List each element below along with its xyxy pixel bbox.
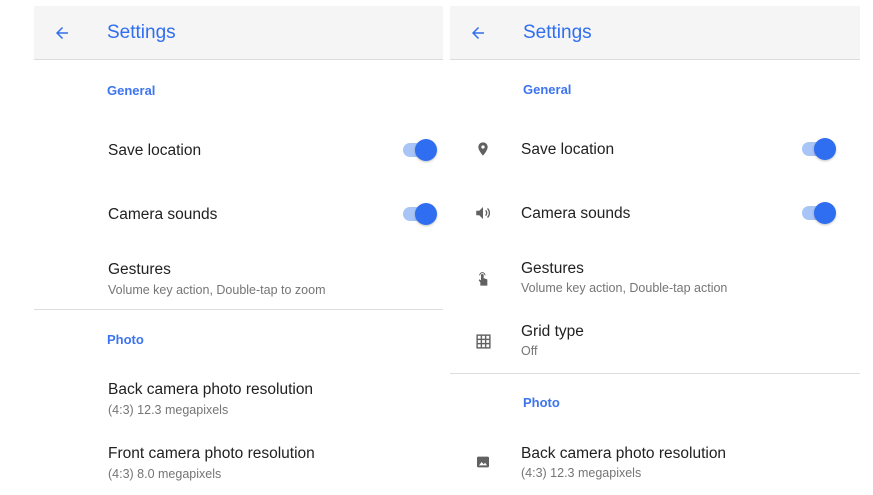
page-title: Settings <box>107 22 176 43</box>
setting-save-location[interactable]: Save location <box>34 122 443 178</box>
arrow-back-icon <box>472 27 484 39</box>
setting-back-camera-resolution[interactable]: Back camera photo resolution (4:3) 12.3 … <box>34 370 443 426</box>
setting-title: Save location <box>521 141 615 158</box>
section-divider <box>450 373 860 374</box>
setting-title: Gestures <box>108 261 171 278</box>
setting-title: Camera sounds <box>108 206 218 223</box>
setting-subtitle: (4:3) 8.0 megapixels <box>108 467 222 481</box>
setting-title: Save location <box>108 142 202 159</box>
setting-camera-sounds[interactable]: Camera sounds <box>450 185 860 241</box>
arrow-back-icon <box>56 27 68 39</box>
setting-back-camera-resolution[interactable]: Back camera photo resolution (4:3) 12.3 … <box>450 434 860 490</box>
setting-subtitle: (4:3) 12.3 megapixels <box>521 466 642 480</box>
location-pin-icon <box>471 137 495 161</box>
section-header-photo: Photo <box>523 395 560 410</box>
toggle-thumb <box>814 138 836 160</box>
back-button[interactable] <box>464 19 492 47</box>
camera-sounds-toggle[interactable] <box>800 202 836 224</box>
app-bar: Settings <box>450 6 860 60</box>
page-title: Settings <box>523 22 592 43</box>
volume-icon <box>471 201 495 225</box>
section-header-general: General <box>107 83 156 98</box>
touch-gesture-icon <box>471 267 495 291</box>
setting-title: Back camera photo resolution <box>108 381 314 398</box>
setting-camera-sounds[interactable]: Camera sounds <box>34 186 443 242</box>
setting-title: Front camera photo resolution <box>108 445 315 462</box>
setting-title: Camera sounds <box>521 205 631 222</box>
photo-icon <box>471 450 495 474</box>
toggle-thumb <box>814 202 836 224</box>
settings-screen-right: Settings General Save location Camera so… <box>450 6 860 495</box>
back-button[interactable] <box>48 19 76 47</box>
setting-subtitle: Volume key action, Double-tap action <box>521 281 728 295</box>
setting-front-camera-resolution[interactable]: Front camera photo resolution (4:3) 8.0 … <box>34 434 443 490</box>
section-header-general: General <box>523 82 572 97</box>
save-location-toggle[interactable] <box>800 138 836 160</box>
setting-title: Gestures <box>521 260 584 277</box>
grid-icon <box>471 329 495 353</box>
toggle-thumb <box>415 203 437 225</box>
camera-sounds-toggle[interactable] <box>401 203 437 225</box>
setting-grid-type[interactable]: Grid type Off <box>450 312 860 370</box>
toggle-thumb <box>415 139 437 161</box>
setting-subtitle: Volume key action, Double-tap to zoom <box>108 283 326 297</box>
setting-title: Back camera photo resolution <box>521 445 727 462</box>
settings-screen-left: Settings General Save location Camera so… <box>34 6 443 495</box>
setting-title: Grid type <box>521 323 584 340</box>
app-bar: Settings <box>34 6 443 60</box>
setting-subtitle: Off <box>521 344 538 358</box>
setting-gestures[interactable]: Gestures Volume key action, Double-tap t… <box>34 250 443 308</box>
section-header-photo: Photo <box>107 332 144 347</box>
save-location-toggle[interactable] <box>401 139 437 161</box>
setting-gestures[interactable]: Gestures Volume key action, Double-tap a… <box>450 249 860 307</box>
section-divider <box>34 309 443 310</box>
setting-subtitle: (4:3) 12.3 megapixels <box>108 403 229 417</box>
setting-save-location[interactable]: Save location <box>450 121 860 177</box>
